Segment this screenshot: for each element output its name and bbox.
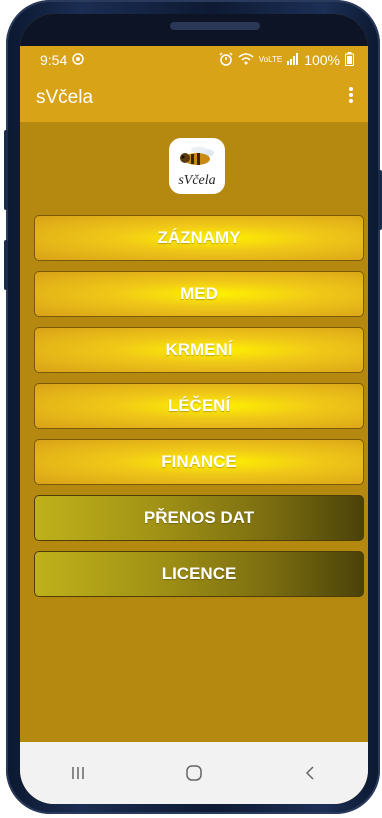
- home-icon[interactable]: [174, 758, 214, 788]
- menu-button-krmeni[interactable]: KRMENÍ: [34, 327, 364, 373]
- earpiece-speaker: [170, 22, 260, 30]
- logo-text: sVčela: [178, 172, 216, 188]
- power-button: [378, 170, 382, 230]
- bee-icon: [177, 144, 217, 175]
- menu-button-prenos-dat[interactable]: PŘENOS DAT: [34, 495, 364, 541]
- back-icon[interactable]: [290, 758, 330, 788]
- wifi-icon: [238, 52, 254, 68]
- battery-icon: [345, 51, 354, 69]
- notification-icon: [72, 52, 84, 68]
- lte-icon: VoLTE: [258, 55, 283, 64]
- battery-percent: 100%: [304, 52, 340, 68]
- top-bezel: [20, 14, 368, 46]
- app-title: sVčela: [36, 87, 94, 108]
- menu-button-med[interactable]: MED: [34, 271, 364, 317]
- signal-icon: [287, 52, 299, 68]
- navigation-bar: [20, 742, 368, 804]
- menu-button-leceni[interactable]: LÉČENÍ: [34, 383, 364, 429]
- menu-button-zaznamy[interactable]: ZÁZNAMY: [34, 215, 364, 261]
- phone-frame: 9:54 VoLTE 100% sVčela sVčela ZÁZNAMY ME…: [4, 0, 382, 814]
- menu-button-finance[interactable]: FINANCE: [34, 439, 364, 485]
- app-logo: sVčela: [169, 138, 225, 194]
- status-bar: 9:54 VoLTE 100%: [20, 46, 368, 74]
- status-time: 9:54: [40, 52, 68, 68]
- more-vert-icon[interactable]: [348, 86, 354, 110]
- volume-button: [4, 130, 8, 210]
- screen: 9:54 VoLTE 100% sVčela sVčela ZÁZNAMY ME…: [20, 14, 368, 804]
- app-bar: sVčela: [20, 74, 368, 122]
- bixby-button: [4, 240, 8, 290]
- menu-button-licence[interactable]: LICENCE: [34, 551, 364, 597]
- alarm-icon: [219, 51, 233, 69]
- main-content: sVčela ZÁZNAMY MED KRMENÍ LÉČENÍ FINANCE…: [20, 122, 368, 742]
- recents-icon[interactable]: [58, 758, 98, 788]
